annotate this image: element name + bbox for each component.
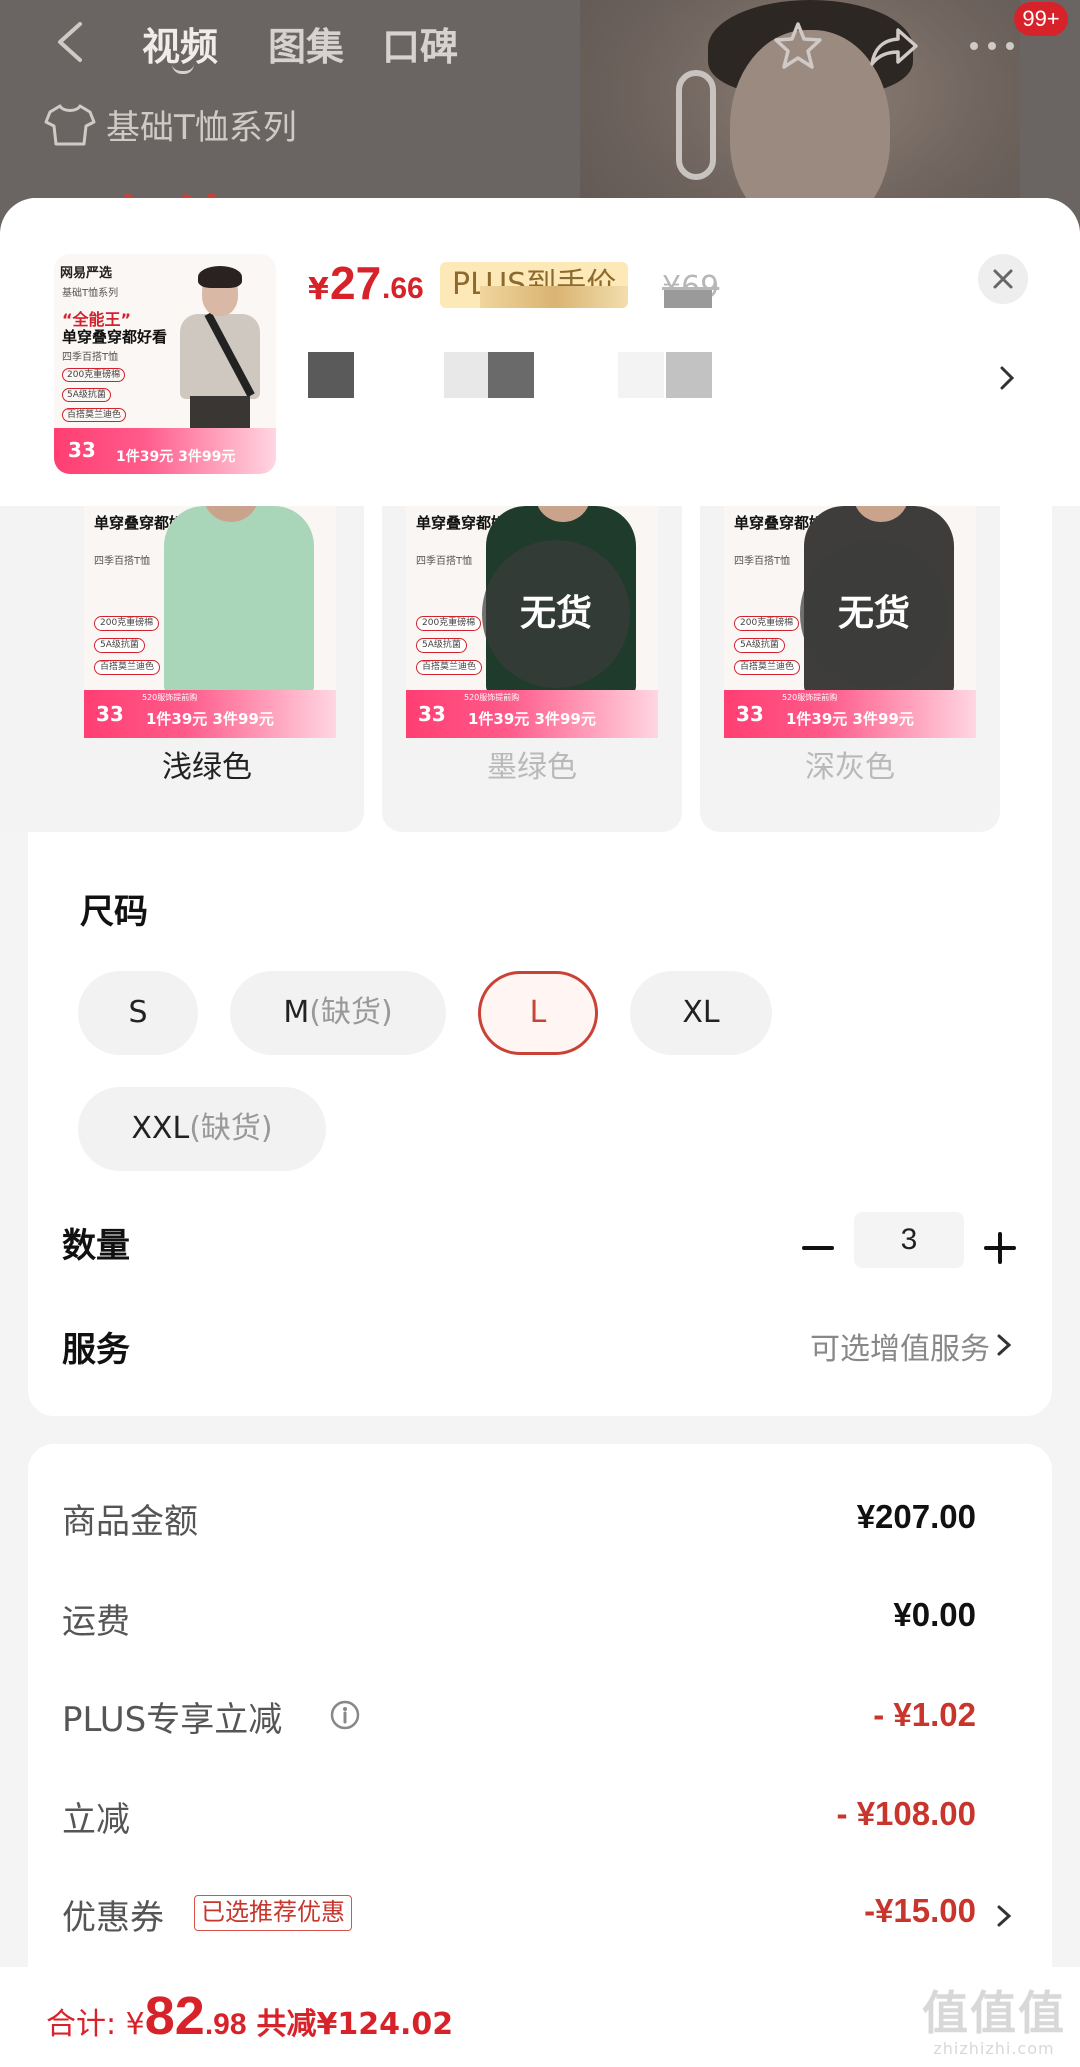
thumb-sub: 四季百搭T恤 bbox=[62, 352, 119, 363]
price-integer: 27 bbox=[330, 257, 382, 309]
total-price: 合计: ¥82.98 共减¥124.02 bbox=[46, 1985, 453, 2047]
thumb-series: 基础T恤系列 bbox=[62, 288, 119, 299]
selected-spec-redacted bbox=[308, 352, 1028, 412]
color-option-dark-gray[interactable]: 单穿叠穿都好看 四季百搭T恤 200克重磅棉 5A级抗菌 百搭莫兰迪色 520服… bbox=[700, 506, 1000, 832]
thumb-feature: 200克重磅棉 bbox=[62, 368, 126, 382]
model-figure bbox=[174, 266, 266, 441]
service-title: 服务 bbox=[62, 1330, 130, 1370]
sheet-header: 网易严选 基础T恤系列 “全能王” 单穿叠穿都好看 四季百搭T恤 200克重磅棉… bbox=[0, 198, 1080, 506]
coupon-value[interactable]: -¥15.00 bbox=[864, 1892, 976, 1930]
message-badge: 99+ bbox=[1014, 2, 1068, 36]
tab-video[interactable]: 视频 bbox=[142, 16, 218, 71]
star-icon[interactable] bbox=[770, 18, 826, 74]
size-option-l[interactable]: L bbox=[478, 971, 598, 1055]
tab-indicator bbox=[172, 64, 194, 74]
color-label: 浅绿色 bbox=[162, 750, 252, 785]
chevron-right-icon[interactable] bbox=[994, 358, 1020, 398]
watermark: 值值值 zhizhizhi.com bbox=[922, 1986, 1066, 2058]
back-icon[interactable] bbox=[50, 18, 90, 66]
checkout-bar: 合计: ¥82.98 共减¥124.02 值值值 zhizhizhi.com bbox=[0, 1967, 1080, 2067]
plus-discount-value: - ¥1.02 bbox=[873, 1696, 976, 1733]
price-currency: ¥ bbox=[308, 272, 329, 307]
tab-reviews[interactable]: 口碑 bbox=[382, 16, 458, 71]
minus-icon[interactable] bbox=[798, 1228, 838, 1268]
plus-discount-label: PLUS专享立减 bbox=[62, 1700, 283, 1740]
color-label: 深灰色 bbox=[805, 750, 895, 785]
thumb-slogan2: 单穿叠穿都好看 bbox=[62, 328, 168, 346]
color-label: 墨绿色 bbox=[487, 750, 577, 785]
total-savings: 共减¥124.02 bbox=[256, 2007, 454, 2042]
sold-out-badge: 无货 bbox=[482, 540, 630, 688]
share-icon[interactable] bbox=[866, 18, 922, 74]
coupon-tag: 已选推荐优惠 bbox=[194, 1895, 352, 1931]
instant-discount-value: - ¥108.00 bbox=[836, 1795, 976, 1832]
goods-amount-label: 商品金额 bbox=[62, 1502, 198, 1542]
color-image: 单穿叠穿都好看 四季百搭T恤 200克重磅棉 5A级抗菌 百搭莫兰迪色 520服… bbox=[406, 506, 658, 738]
total-label: 合计: ¥ bbox=[46, 2007, 145, 2042]
product-thumbnail[interactable]: 网易严选 基础T恤系列 “全能王” 单穿叠穿都好看 四季百搭T恤 200克重磅棉… bbox=[54, 254, 276, 474]
series-label: 基础T恤系列 bbox=[44, 100, 297, 149]
color-options: 单穿叠穿都好看 四季百搭T恤 200克重磅棉 5A级抗菌 百搭莫兰迪色 520服… bbox=[0, 506, 1080, 836]
series-text: 基础T恤系列 bbox=[106, 108, 297, 148]
price-decimal: .66 bbox=[382, 272, 424, 305]
shipping-label: 运费 bbox=[62, 1602, 130, 1642]
size-option-m[interactable]: M(缺货) bbox=[230, 971, 446, 1055]
color-option-dark-green[interactable]: 单穿叠穿都好看 四季百搭T恤 200克重磅棉 5A级抗菌 百搭莫兰迪色 520服… bbox=[382, 506, 682, 832]
tab-gallery[interactable]: 图集 bbox=[268, 16, 344, 71]
size-option-xl[interactable]: XL bbox=[630, 971, 772, 1055]
plus-price-tag: PLUS到手价 bbox=[440, 262, 629, 308]
more-icon[interactable] bbox=[964, 18, 1020, 74]
quantity-title: 数量 bbox=[62, 1226, 130, 1266]
info-icon[interactable] bbox=[330, 1700, 360, 1730]
redaction-mask bbox=[664, 290, 712, 308]
thumb-feature: 5A级抗菌 bbox=[62, 388, 111, 402]
color-image: 单穿叠穿都好看 四季百搭T恤 200克重磅棉 5A级抗菌 百搭莫兰迪色 520服… bbox=[724, 506, 976, 738]
close-icon[interactable] bbox=[978, 254, 1028, 304]
color-image: 单穿叠穿都好看 四季百搭T恤 200克重磅棉 5A级抗菌 百搭莫兰迪色 520服… bbox=[84, 506, 336, 738]
color-option-light-green[interactable]: 单穿叠穿都好看 四季百搭T恤 200克重磅棉 5A级抗菌 百搭莫兰迪色 520服… bbox=[0, 506, 364, 832]
total-integer: 82 bbox=[144, 1986, 205, 2046]
service-option-link[interactable]: 可选增值服务 bbox=[810, 1324, 990, 1368]
size-title: 尺码 bbox=[80, 892, 148, 932]
chevron-right-icon[interactable] bbox=[994, 1328, 1014, 1362]
size-option-s[interactable]: S bbox=[78, 971, 198, 1055]
total-decimal: .98 bbox=[204, 2008, 247, 2041]
goods-amount-value: ¥207.00 bbox=[856, 1498, 976, 1535]
thumb-promo: 33 1件39元 3件99元 bbox=[54, 428, 276, 474]
plus-icon[interactable] bbox=[980, 1228, 1020, 1268]
chevron-right-icon[interactable] bbox=[994, 1900, 1014, 1932]
instant-discount-label: 立减 bbox=[62, 1800, 130, 1840]
tshirt-icon bbox=[44, 104, 96, 145]
top-nav: 视频 图集 口碑 99+ bbox=[0, 0, 1080, 90]
sku-sheet: 网易严选 基础T恤系列 “全能王” 单穿叠穿都好看 四季百搭T恤 200克重磅棉… bbox=[0, 198, 1080, 2067]
brand-label: 网易严选 bbox=[60, 266, 113, 281]
coupon-label: 优惠券 bbox=[62, 1898, 164, 1938]
shipping-value: ¥0.00 bbox=[893, 1596, 976, 1633]
quantity-value[interactable]: 3 bbox=[854, 1212, 964, 1268]
size-option-xxl[interactable]: XXL(缺货) bbox=[78, 1087, 326, 1171]
thumb-feature: 百搭莫兰迪色 bbox=[62, 408, 127, 422]
sold-out-badge: 无货 bbox=[800, 540, 948, 688]
